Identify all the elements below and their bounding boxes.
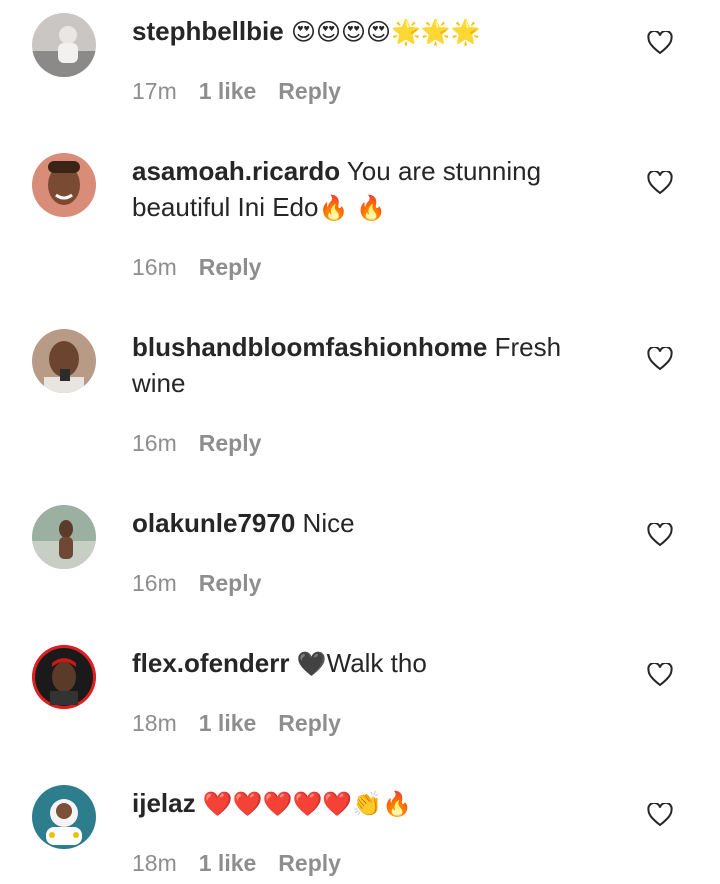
comment-emoji: 🔥 🔥 xyxy=(318,194,386,222)
avatar[interactable] xyxy=(32,505,96,569)
reply-button[interactable]: Reply xyxy=(278,850,341,876)
timestamp: 18m xyxy=(132,850,177,876)
avatar[interactable] xyxy=(32,785,96,849)
reply-button[interactable]: Reply xyxy=(278,78,341,104)
timestamp: 16m xyxy=(132,430,177,456)
comment-text: asamoah.ricardo You are stunning beautif… xyxy=(132,153,602,226)
comment-meta: 16m Reply xyxy=(132,568,283,598)
comment-text: ijelaz ❤️❤️❤️❤️❤️👏🔥 xyxy=(132,785,602,822)
likes-count[interactable]: 1 like xyxy=(199,78,257,104)
comment-body: Nice xyxy=(295,508,355,538)
heart-outline-icon[interactable] xyxy=(647,347,673,371)
timestamp: 16m xyxy=(132,570,177,596)
heart-outline-icon[interactable] xyxy=(647,523,673,547)
timestamp: 16m xyxy=(132,254,177,280)
heart-outline-icon[interactable] xyxy=(647,31,673,55)
likes-count[interactable]: 1 like xyxy=(199,850,257,876)
avatar[interactable] xyxy=(32,13,96,77)
reply-button[interactable]: Reply xyxy=(199,430,262,456)
reply-button[interactable]: Reply xyxy=(199,254,262,280)
heart-outline-icon[interactable] xyxy=(647,171,673,195)
comment-text: olakunle7970 Nice xyxy=(132,505,602,541)
timestamp: 17m xyxy=(132,78,177,104)
comment-meta: 18m 1 like Reply xyxy=(132,708,363,738)
avatar[interactable] xyxy=(32,645,96,709)
timestamp: 18m xyxy=(132,710,177,736)
likes-count[interactable]: 1 like xyxy=(199,710,257,736)
username[interactable]: blushandbloomfashionhome xyxy=(132,332,487,362)
comment-text: flex.ofenderr 🖤Walk tho xyxy=(132,645,602,682)
reply-button[interactable]: Reply xyxy=(199,570,262,596)
comment-meta: 16m Reply xyxy=(132,428,283,458)
comment-emoji: ❤️❤️❤️❤️❤️👏🔥 xyxy=(202,790,413,818)
comment-body: Walk tho xyxy=(326,648,427,678)
username[interactable]: ijelaz xyxy=(132,788,196,818)
username[interactable]: flex.ofenderr xyxy=(132,648,290,678)
username[interactable]: olakunle7970 xyxy=(132,508,295,538)
reply-button[interactable]: Reply xyxy=(278,710,341,736)
username[interactable]: stephbellbie xyxy=(132,16,284,46)
comment-emoji: 😍😍😍😍🌟🌟🌟 xyxy=(290,18,481,46)
avatar[interactable] xyxy=(32,329,96,393)
comment-text: blushandbloomfashionhome Fresh wine xyxy=(132,329,602,401)
username[interactable]: asamoah.ricardo xyxy=(132,156,340,186)
comment-text: stephbellbie 😍😍😍😍🌟🌟🌟 xyxy=(132,13,602,50)
comment-meta: 17m 1 like Reply xyxy=(132,76,363,106)
comment-meta: 18m 1 like Reply xyxy=(132,848,363,878)
comment-meta: 16m Reply xyxy=(132,252,283,282)
avatar[interactable] xyxy=(32,153,96,217)
comment-emoji: 🖤 xyxy=(296,650,327,678)
heart-outline-icon[interactable] xyxy=(647,803,673,827)
heart-outline-icon[interactable] xyxy=(647,663,673,687)
